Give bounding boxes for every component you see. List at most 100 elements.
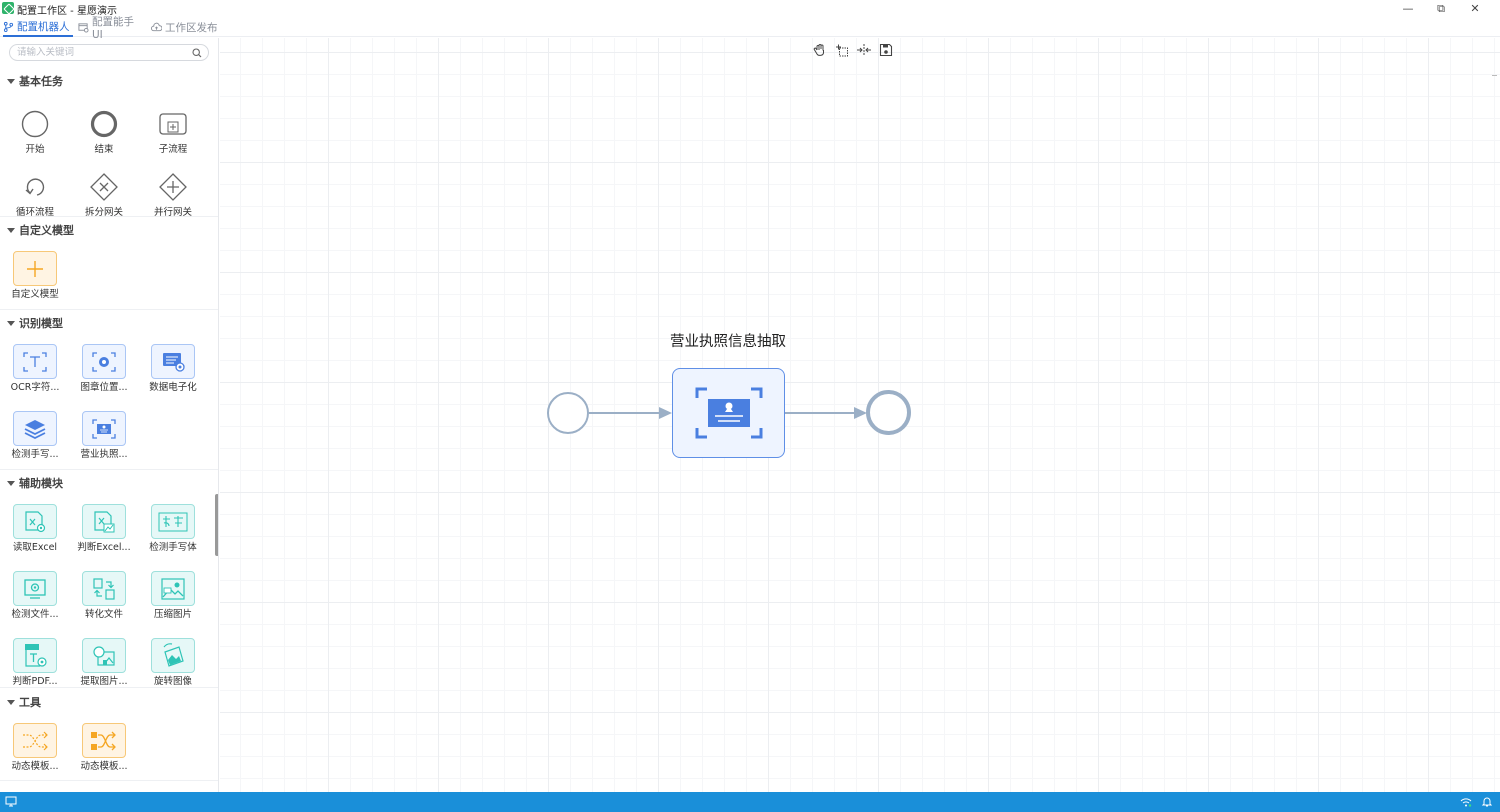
palette-item-label: 自定义模型 — [11, 289, 59, 300]
canvas-toolbar — [812, 42, 894, 60]
dynamic-template-icon — [13, 723, 57, 758]
tab-bar: 配置机器人 配置能手 UI 工作区发布 — [0, 16, 1500, 41]
bell-icon[interactable] — [1482, 796, 1492, 807]
palette-item-data-digitize[interactable]: 数据电子化 — [143, 344, 203, 404]
palette-item-compress-image[interactable]: 压缩图片 — [143, 571, 203, 631]
palette-item-extract-image[interactable]: 提取图片... — [74, 638, 134, 698]
branch-icon — [3, 21, 14, 32]
title-bar: 配置工作区 - 星愿演示 — ⧉ ✕ — [0, 0, 1500, 17]
palette-item-handwriting[interactable]: 检测手写体 — [143, 504, 203, 564]
palette-item-label: 判断Excel... — [77, 542, 131, 553]
caret-down-icon — [7, 699, 15, 705]
data-digitize-icon — [151, 344, 195, 379]
section-header-recognition[interactable]: 识别模型 — [0, 313, 218, 333]
palette-item-label: 营业执照... — [80, 449, 128, 460]
split-icon[interactable] — [856, 42, 872, 58]
caret-down-icon — [7, 320, 15, 326]
select-area-icon[interactable] — [834, 42, 850, 58]
palette-item-dynamic-template-1[interactable]: 动态模板... — [5, 723, 65, 783]
dynamic-template-shuffle-icon — [82, 723, 126, 758]
subprocess-icon — [151, 106, 195, 141]
palette-item-rotate-image[interactable]: 旋转图像 — [143, 638, 203, 698]
check-excel-icon — [82, 504, 126, 539]
tab-label: 配置机器人 — [17, 20, 70, 33]
palette-item-label: 旋转图像 — [153, 676, 192, 687]
flow-connector-end[interactable] — [785, 405, 870, 421]
window-icon — [78, 22, 89, 33]
palette-item-label: 压缩图片 — [153, 609, 192, 620]
palette-item-label: 检测手写体 — [149, 542, 197, 553]
palette-item-end[interactable]: 结束 — [74, 106, 134, 166]
tab-configure-ui[interactable]: 配置能手 UI — [78, 16, 148, 41]
section-title: 辅助模块 — [19, 477, 63, 490]
section-divider — [0, 687, 218, 688]
palette-item-label: 数据电子化 — [149, 382, 197, 393]
component-palette: 基本任务 开始 结束 子流程 循环流程 拆分网关 并行网关 自定义模型 自定义模… — [0, 38, 219, 792]
section-header-tools[interactable]: 工具 — [0, 692, 218, 712]
end-event-node[interactable] — [866, 390, 911, 435]
stamp-position-icon — [82, 344, 126, 379]
palette-item-custom-model[interactable]: 自定义模型 — [5, 251, 65, 311]
handwriting-icon — [151, 504, 195, 539]
palette-item-ocr[interactable]: OCR字符... — [5, 344, 65, 404]
monitor-icon[interactable] — [5, 796, 17, 807]
minimize-button[interactable]: — — [1391, 0, 1425, 17]
section-divider — [0, 469, 218, 470]
palette-item-label: 判断PDF... — [12, 676, 58, 687]
start-event-node[interactable] — [547, 392, 589, 434]
palette-item-handwriting-detect[interactable]: 检测手写... — [5, 411, 65, 471]
search-icon[interactable] — [192, 48, 202, 58]
palette-item-convert-file[interactable]: 转化文件 — [74, 571, 134, 631]
palette-item-read-excel[interactable]: 读取Excel — [5, 504, 65, 564]
loop-icon — [13, 169, 57, 204]
palette-item-detect-file[interactable]: 检测文件... — [5, 571, 65, 631]
save-icon[interactable] — [878, 42, 894, 58]
palette-item-label: 动态模板... — [11, 761, 59, 772]
section-divider — [0, 309, 218, 310]
flow-connector-start[interactable] — [589, 405, 674, 421]
hand-icon[interactable] — [812, 42, 828, 58]
close-button[interactable]: ✕ — [1458, 0, 1492, 17]
check-pdf-icon — [13, 638, 57, 673]
palette-item-stamp-position[interactable]: 图章位置... — [74, 344, 134, 404]
section-divider — [0, 216, 218, 217]
maximize-button[interactable]: ⧉ — [1424, 0, 1458, 17]
section-header-custom[interactable]: 自定义模型 — [0, 220, 218, 240]
status-bar — [0, 792, 1500, 812]
task-node-business-license[interactable] — [672, 368, 785, 458]
extract-image-icon — [82, 638, 126, 673]
palette-item-check-excel[interactable]: 判断Excel... — [74, 504, 134, 564]
parallel-gateway-icon — [151, 169, 195, 204]
palette-item-check-pdf[interactable]: 判断PDF... — [5, 638, 65, 698]
section-header-auxiliary[interactable]: 辅助模块 — [0, 473, 218, 493]
status-tray — [1460, 796, 1492, 807]
ocr-text-icon — [13, 344, 57, 379]
section-title: 自定义模型 — [19, 224, 74, 237]
sidebar-scrollbar[interactable] — [215, 494, 218, 556]
exclusive-gateway-icon — [82, 169, 126, 204]
tab-publish[interactable]: 工作区发布 — [151, 17, 221, 37]
cloud-icon — [151, 22, 162, 31]
tab-configure-robot[interactable]: 配置机器人 — [3, 17, 73, 37]
license-icon — [82, 411, 126, 446]
tab-label: 配置能手 UI — [91, 15, 134, 41]
canvas-edge-marker — [1492, 75, 1497, 76]
section-title: 识别模型 — [19, 317, 63, 330]
caret-down-icon — [7, 227, 15, 233]
palette-item-start[interactable]: 开始 — [5, 106, 65, 166]
palette-item-subprocess[interactable]: 子流程 — [143, 106, 203, 166]
palette-item-dynamic-template-2[interactable]: 动态模板... — [74, 723, 134, 783]
task-node-title: 营业执照信息抽取 — [670, 334, 786, 350]
rotate-image-icon — [151, 638, 195, 673]
palette-item-label: OCR字符... — [10, 382, 60, 393]
search-input[interactable] — [17, 46, 187, 59]
palette-item-business-license[interactable]: 营业执照... — [74, 411, 134, 471]
license-icon — [695, 387, 762, 439]
section-header-basic[interactable]: 基本任务 — [0, 71, 218, 91]
layers-icon — [13, 411, 57, 446]
end-circle-icon — [82, 106, 126, 141]
palette-item-label: 开始 — [25, 144, 45, 155]
detect-file-icon — [13, 571, 57, 606]
wifi-icon[interactable] — [1460, 797, 1472, 807]
palette-item-label: 提取图片... — [80, 676, 128, 687]
